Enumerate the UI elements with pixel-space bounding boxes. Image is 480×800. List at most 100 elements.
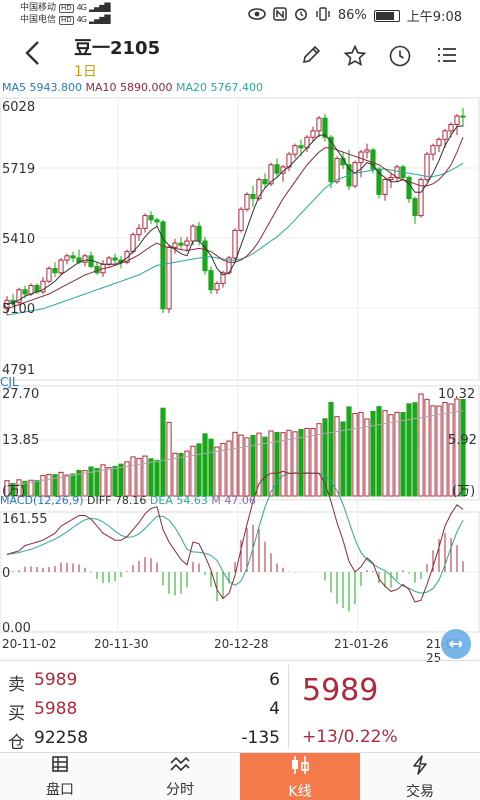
volume-bar bbox=[82, 470, 88, 497]
expand-icon bbox=[449, 640, 463, 648]
edit-button[interactable] bbox=[298, 44, 324, 70]
sell-row: 卖 5989 6 bbox=[0, 665, 288, 695]
macd-zero: 0 bbox=[2, 566, 11, 581]
candle-body bbox=[382, 179, 388, 195]
macd-dea: DEA 54.63 bbox=[149, 494, 208, 507]
candle-body bbox=[442, 130, 448, 140]
volume-bar bbox=[130, 456, 136, 497]
fullscreen-button[interactable] bbox=[441, 629, 471, 659]
star-icon bbox=[343, 44, 367, 67]
volume-bar bbox=[376, 406, 382, 497]
battery-icon bbox=[373, 9, 400, 22]
volume-bar bbox=[424, 398, 430, 497]
volume-bar bbox=[334, 416, 340, 497]
volume-bar bbox=[106, 467, 112, 497]
date-tick-1: 20-11-02 bbox=[2, 637, 57, 651]
tab-orderbook[interactable]: 盘口 bbox=[0, 753, 120, 800]
volume-bar bbox=[40, 475, 46, 497]
volume-bar bbox=[442, 401, 448, 497]
candle-body bbox=[208, 270, 214, 291]
pencil-icon bbox=[302, 45, 321, 64]
buy-row: 买 5988 4 bbox=[0, 694, 288, 724]
candle-body bbox=[106, 257, 112, 265]
open-interest-label: 仓 bbox=[8, 733, 25, 753]
sell-price: 5989 bbox=[34, 670, 78, 690]
candle-body bbox=[52, 268, 58, 274]
volume-bar bbox=[340, 421, 346, 497]
volume-bar bbox=[208, 438, 214, 497]
volume-bar bbox=[280, 432, 286, 497]
volume-bar bbox=[202, 433, 208, 497]
last-price: 5989 bbox=[302, 673, 379, 708]
price-tick-4: 5100 bbox=[2, 302, 36, 317]
history-button[interactable] bbox=[387, 44, 413, 70]
candle-body bbox=[178, 242, 184, 246]
candle-body bbox=[274, 164, 280, 174]
volume-right-mid: 5.92 bbox=[448, 433, 477, 448]
candle-body bbox=[460, 115, 466, 118]
volume-bar bbox=[268, 430, 274, 497]
volume-bar bbox=[430, 405, 436, 497]
candle-body bbox=[310, 130, 316, 138]
volume-bar bbox=[58, 471, 64, 497]
volume-bar bbox=[388, 414, 394, 497]
period-selector[interactable]: 1日 bbox=[74, 61, 97, 81]
price-tick-2: 5719 bbox=[2, 162, 36, 177]
volume-bar bbox=[370, 411, 376, 497]
volume-bar bbox=[172, 452, 178, 497]
candle-body bbox=[154, 219, 160, 223]
volume-bar bbox=[196, 443, 202, 497]
kline-chart[interactable]: MA5 5943.800 MA10 5890.000 MA20 5767.400… bbox=[0, 80, 480, 665]
candle-body bbox=[352, 162, 358, 187]
volume-bar bbox=[364, 418, 370, 497]
volume-top: 27.70 bbox=[2, 387, 40, 402]
clock: 上午9:08 bbox=[406, 10, 462, 25]
candle-body bbox=[28, 284, 34, 295]
sell-volume: 6 bbox=[269, 670, 280, 690]
carrier-info: 中国移动 HD 4G ▂▄▆█ 中国电信 HD 4G ▂▄▆█ bbox=[20, 2, 111, 26]
tab-timeshare[interactable]: 分时 bbox=[120, 753, 240, 800]
candle-body bbox=[358, 151, 364, 164]
candle-body bbox=[232, 229, 238, 259]
volume-bar bbox=[250, 434, 256, 497]
ma5-line bbox=[6, 125, 464, 306]
candle-body bbox=[334, 157, 340, 183]
volume-bar bbox=[238, 434, 244, 497]
volume-bar bbox=[436, 405, 442, 497]
candle-body bbox=[412, 198, 418, 217]
candle-body bbox=[196, 225, 202, 242]
volume-bar bbox=[94, 467, 100, 497]
signal-icon-1: ▂▄▆█ bbox=[88, 3, 111, 12]
candle-icon bbox=[240, 755, 360, 781]
favorite-button[interactable] bbox=[342, 44, 368, 70]
open-interest-row: 仓 92258 -135 bbox=[0, 723, 288, 753]
volume-bar bbox=[154, 459, 160, 497]
candle-body bbox=[136, 227, 142, 236]
candle-body bbox=[184, 240, 190, 246]
volume-bar bbox=[298, 428, 304, 497]
candle-body bbox=[292, 145, 298, 155]
volume-bar bbox=[70, 473, 76, 497]
menu-button[interactable] bbox=[434, 44, 460, 70]
volume-bar bbox=[232, 431, 238, 497]
vibrate-icon bbox=[315, 6, 331, 25]
volume-bar bbox=[100, 464, 106, 497]
volume-bar bbox=[346, 406, 352, 497]
tab-kline[interactable]: K线 bbox=[240, 753, 360, 800]
back-button[interactable] bbox=[24, 40, 42, 72]
bottom-tab-bar: 盘口 分时 K线 交易 bbox=[0, 752, 480, 800]
volume-unit-right: (万) bbox=[452, 484, 476, 499]
quote-panel: 卖 5989 6 买 5988 4 仓 92258 -135 5989 +13/… bbox=[0, 660, 480, 753]
volume-bar bbox=[220, 442, 226, 497]
price-tick-3: 5410 bbox=[2, 232, 36, 247]
volume-bar bbox=[310, 428, 316, 497]
volume-bar bbox=[148, 458, 154, 497]
panel-frame bbox=[0, 97, 480, 381]
open-interest-change: -135 bbox=[241, 728, 280, 748]
clock-icon bbox=[389, 45, 411, 67]
volume-bar bbox=[400, 412, 406, 497]
candle-body bbox=[244, 193, 250, 210]
macd-top: 161.55 bbox=[2, 512, 48, 527]
volume-bar bbox=[352, 412, 358, 497]
tab-trade[interactable]: 交易 bbox=[360, 753, 480, 800]
